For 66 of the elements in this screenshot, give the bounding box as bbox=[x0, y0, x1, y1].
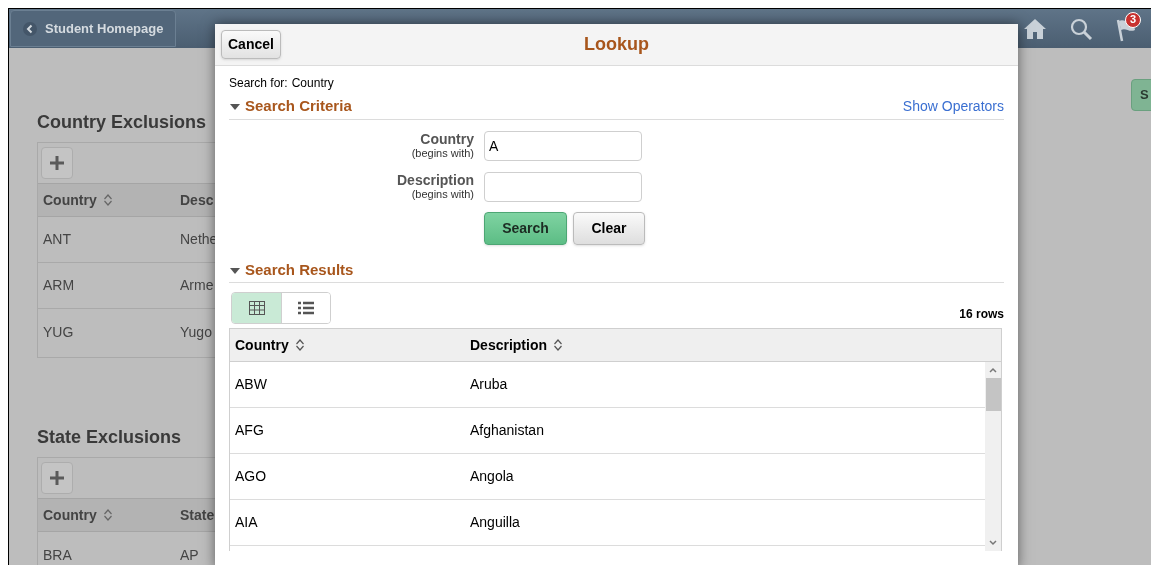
section-title: Country Exclusions bbox=[37, 112, 207, 132]
column-header[interactable]: Country bbox=[43, 189, 97, 211]
search-criteria-toggle[interactable]: Search Criteria bbox=[229, 95, 352, 118]
table-cell-text: BRA bbox=[43, 545, 73, 565]
dialog-title: Lookup bbox=[584, 33, 649, 56]
table-cell-text: Arme bbox=[180, 276, 214, 295]
table-cell[interactable]: AFG bbox=[230, 420, 465, 441]
show-operators-link[interactable]: Show Operators bbox=[902, 96, 1004, 117]
field-hint: (begins with) bbox=[411, 188, 474, 201]
home-icon[interactable] bbox=[1023, 17, 1047, 40]
column-header[interactable]: Description bbox=[470, 334, 547, 356]
sort-icon[interactable] bbox=[102, 508, 113, 522]
input-field[interactable]: A bbox=[484, 131, 642, 161]
plus-icon bbox=[49, 470, 65, 486]
cancel-button[interactable]: Cancel bbox=[221, 30, 281, 59]
list-icon bbox=[298, 301, 314, 315]
table-cell-text: ARM bbox=[43, 276, 76, 295]
table-cell[interactable]: Aruba bbox=[465, 374, 508, 395]
field-label: Description bbox=[397, 173, 474, 187]
section-title: State Exclusions bbox=[37, 427, 182, 447]
add-button[interactable] bbox=[41, 462, 73, 494]
sort-icon[interactable] bbox=[102, 193, 113, 207]
list-view-button[interactable] bbox=[281, 293, 330, 323]
table-cell-text: AP bbox=[180, 545, 199, 565]
plus-icon bbox=[49, 155, 65, 171]
field-hint: (begins with) bbox=[411, 147, 474, 160]
grid-icon bbox=[248, 301, 265, 315]
input-field[interactable] bbox=[484, 172, 642, 202]
field-label: Country bbox=[420, 132, 474, 146]
table-cell[interactable]: Angola bbox=[465, 466, 514, 487]
table-cell-text: ANT bbox=[43, 230, 72, 249]
table-row[interactable]: AIA Anguilla bbox=[230, 500, 985, 546]
table-row[interactable]: AGO Angola bbox=[230, 454, 985, 500]
table-cell[interactable]: Anguilla bbox=[465, 512, 520, 533]
scroll-down-icon[interactable] bbox=[988, 539, 998, 547]
add-button[interactable] bbox=[41, 147, 73, 179]
table-cell-text: Nethe bbox=[180, 230, 218, 249]
sort-icon[interactable] bbox=[294, 338, 305, 352]
scroll-thumb[interactable] bbox=[985, 378, 1001, 411]
sort-icon[interactable] bbox=[553, 338, 563, 352]
search-results-toggle[interactable]: Search Results bbox=[229, 259, 354, 282]
back-button[interactable]: Student Homepage bbox=[10, 10, 177, 47]
grid-view-button[interactable] bbox=[232, 293, 281, 323]
row-count: 16 rows bbox=[959, 306, 1004, 323]
table-cell[interactable]: AIA bbox=[230, 512, 465, 533]
side-button[interactable]: S bbox=[1131, 79, 1151, 111]
column-header[interactable]: State bbox=[180, 504, 215, 526]
search-icon[interactable] bbox=[1069, 16, 1093, 41]
table-cell[interactable]: ABW bbox=[230, 374, 465, 395]
column-header[interactable]: Country bbox=[235, 334, 289, 356]
back-icon bbox=[23, 21, 37, 36]
search-button[interactable]: Search bbox=[484, 212, 567, 245]
table-cell[interactable]: AGO bbox=[230, 466, 465, 487]
scrollbar[interactable] bbox=[985, 362, 1001, 551]
search-for-value: Country bbox=[291, 75, 334, 92]
table-cell-text: YUG bbox=[43, 322, 75, 342]
table-cell[interactable]: Afghanistan bbox=[465, 420, 544, 441]
clear-button[interactable]: Clear bbox=[573, 212, 645, 245]
column-header[interactable]: Country bbox=[43, 504, 97, 526]
notification-badge: 3 bbox=[1125, 11, 1141, 28]
table-row[interactable]: AFG Afghanistan bbox=[230, 408, 985, 454]
table-cell-text: Yugo bbox=[180, 322, 212, 342]
column-header[interactable]: Desc bbox=[180, 189, 214, 211]
scroll-up-icon[interactable] bbox=[988, 366, 998, 374]
search-for-label: Search for: bbox=[229, 75, 288, 92]
table-row[interactable]: ABW Aruba bbox=[230, 362, 985, 408]
